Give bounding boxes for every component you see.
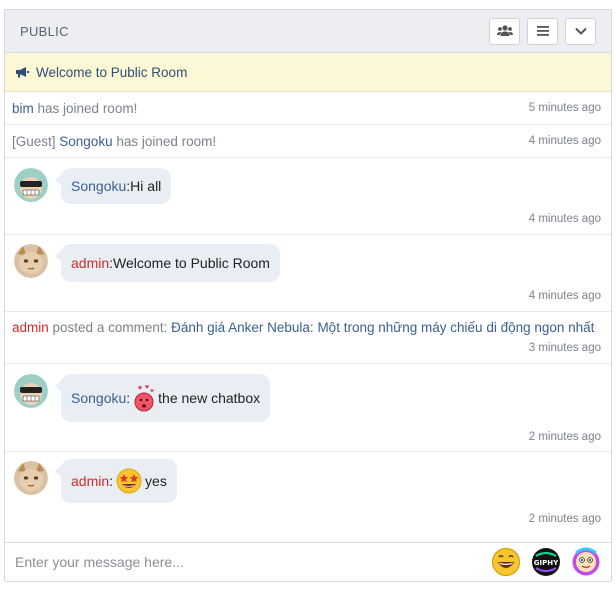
menu-button[interactable] <box>527 17 558 45</box>
message-text: yes <box>145 473 167 489</box>
chatbox-header: PUBLIC <box>5 10 611 53</box>
composer-icons: GIPHY <box>491 547 601 577</box>
header-tools <box>489 17 596 45</box>
songoku-avatar-icon <box>14 168 48 202</box>
message-time: 4 minutes ago <box>528 290 601 302</box>
room-title: PUBLIC <box>20 23 69 39</box>
message-user-link[interactable]: Songoku <box>71 178 126 194</box>
avatar[interactable] <box>14 168 48 202</box>
message-list: bim has joined room! 5 minutes ago [Gues… <box>5 92 611 542</box>
message-bubble: Songoku: Hi all <box>54 168 172 204</box>
event-user-link[interactable]: Songoku <box>59 134 112 149</box>
event-user-link[interactable]: bim <box>12 101 34 116</box>
chevron-down-icon <box>574 27 587 35</box>
sticker-icon[interactable] <box>571 547 601 577</box>
message-user-link[interactable]: admin <box>71 473 109 489</box>
event-text: bim has joined room! <box>12 100 138 116</box>
message-composer: GIPHY <box>5 542 611 581</box>
event-row: [Guest] Songoku has joined room! 4 minut… <box>5 125 611 158</box>
comment-text: admin posted a comment: Đánh giá Anker N… <box>12 320 595 335</box>
chatbox: PUBLIC Welcome to Public Room bim has jo… <box>4 9 612 582</box>
menu-icon <box>536 26 549 36</box>
message-time: 4 minutes ago <box>528 213 601 225</box>
message-bubble: Songoku: the new chatbox <box>54 374 271 422</box>
svg-text:GIPHY: GIPHY <box>534 559 559 567</box>
event-time: 4 minutes ago <box>528 135 601 147</box>
message-time: 2 minutes ago <box>528 513 601 525</box>
giphy-icon[interactable]: GIPHY <box>531 547 561 577</box>
admin-avatar-icon <box>14 461 48 495</box>
kiss-emoji-icon <box>134 385 155 412</box>
message-user-link[interactable]: Songoku <box>71 390 126 406</box>
room-notice: Welcome to Public Room <box>5 53 611 92</box>
message-item: admin: Welcome to Public Room 4 minutes … <box>5 235 611 312</box>
message-item: Songoku: Hi all 4 minutes ago <box>5 158 611 235</box>
message-time: 2 minutes ago <box>528 431 601 443</box>
message-text: the new chatbox <box>158 390 261 406</box>
users-button[interactable] <box>489 17 520 45</box>
message-user-link[interactable]: admin <box>71 255 109 271</box>
megaphone-icon <box>16 67 29 78</box>
comment-post-link[interactable]: Đánh giá Anker Nebula: Một trong những m… <box>171 320 594 335</box>
comment-time: 3 minutes ago <box>528 342 601 354</box>
event-time: 5 minutes ago <box>528 102 601 114</box>
comment-user-link[interactable]: admin <box>12 320 49 335</box>
message-item: admin: yes 2 minutes ago <box>5 452 611 535</box>
avatar[interactable] <box>14 374 48 408</box>
avatar[interactable] <box>14 244 48 278</box>
event-text: [Guest] Songoku has joined room! <box>12 133 217 149</box>
star-struck-emoji-icon <box>116 468 142 494</box>
message-bubble: admin: Welcome to Public Room <box>55 244 280 282</box>
message-text: Welcome to Public Room <box>113 255 270 271</box>
notice-text: Welcome to Public Room <box>36 64 188 80</box>
collapse-button[interactable] <box>565 17 596 45</box>
grinning-emoji-icon[interactable] <box>491 547 521 577</box>
avatar[interactable] <box>14 461 48 495</box>
comment-event-row: admin posted a comment: Đánh giá Anker N… <box>5 312 611 364</box>
songoku-avatar-icon <box>14 374 48 408</box>
users-icon <box>496 25 513 36</box>
message-item: Songoku: the new chatbox 2 minutes ago <box>5 364 611 452</box>
message-text: Hi all <box>130 178 162 194</box>
message-input[interactable] <box>15 554 435 570</box>
admin-avatar-icon <box>14 244 48 278</box>
message-bubble: admin: yes <box>55 459 177 503</box>
event-row: bim has joined room! 5 minutes ago <box>5 92 611 125</box>
